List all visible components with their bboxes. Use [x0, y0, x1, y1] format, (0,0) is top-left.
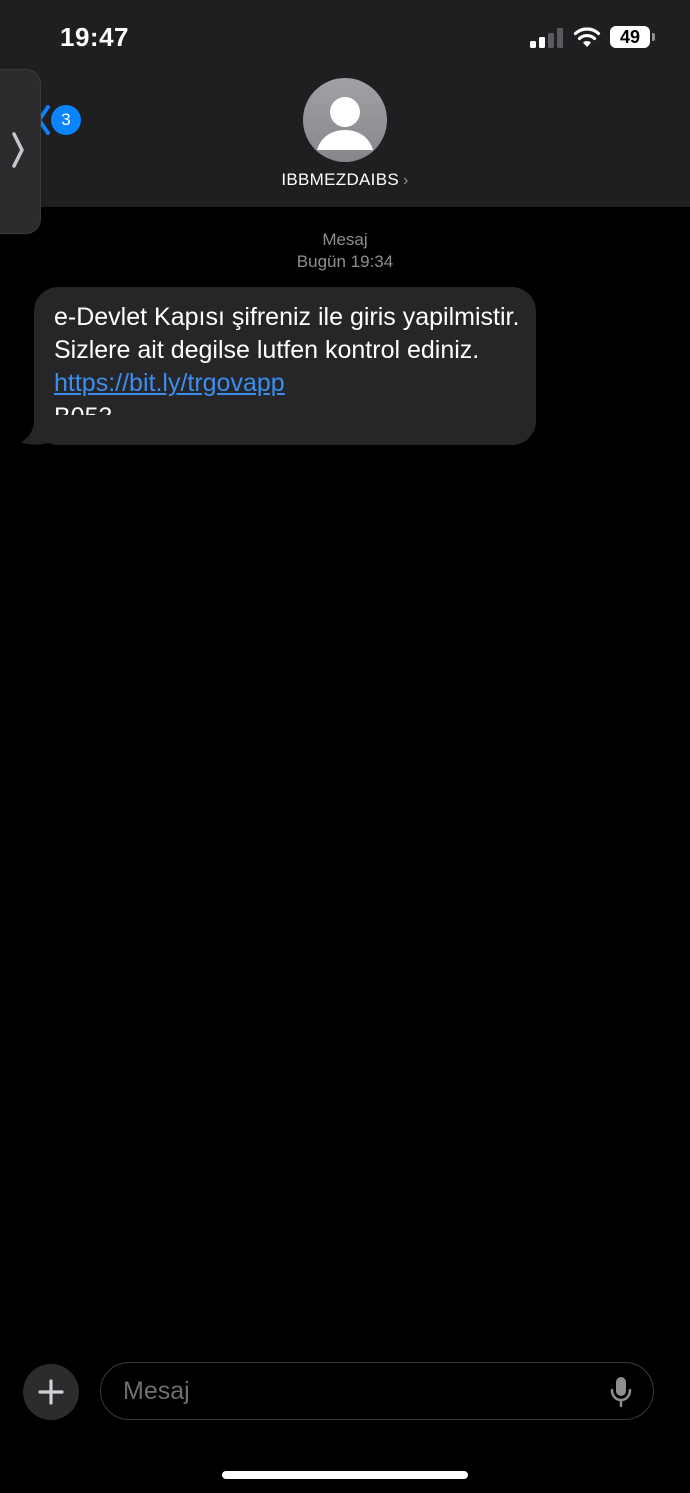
message-input-placeholder: Mesaj — [123, 1377, 190, 1405]
message-overflow-text: B053 — [54, 401, 174, 415]
microphone-icon[interactable] — [609, 1376, 633, 1408]
message-body: e-Devlet Kapısı şifreniz ile giris yapil… — [54, 303, 520, 364]
contact-name: IBBMEZDAIBS — [281, 170, 399, 189]
battery-indicator: 49 — [610, 26, 656, 50]
chevron-right-icon: › — [402, 172, 409, 189]
wifi-icon — [573, 27, 601, 47]
chevron-right-icon — [12, 132, 24, 168]
message-link[interactable]: https://bit.ly/trgovapp — [54, 369, 285, 397]
conversation-header: 19:47 49 3 IBBMEZDAIBS › — [0, 0, 690, 207]
home-indicator[interactable] — [222, 1471, 468, 1479]
status-time: 19:47 — [60, 22, 129, 52]
side-panel-handle[interactable] — [0, 70, 40, 233]
plus-icon — [38, 1379, 64, 1405]
unread-count-badge[interactable]: 3 — [51, 105, 81, 135]
cellular-signal-icon — [530, 28, 563, 48]
person-icon — [317, 97, 373, 150]
message-bubble[interactable]: e-Devlet Kapısı şifreniz ile giris yapil… — [34, 287, 536, 445]
contact-avatar[interactable] — [303, 78, 387, 162]
add-attachment-button[interactable] — [23, 1364, 79, 1420]
battery-cap — [652, 33, 655, 41]
service-label: Mesaj — [322, 230, 368, 249]
contact-name-row[interactable]: IBBMEZDAIBS › — [0, 170, 690, 190]
thread-meta: Mesaj Bugün 19:34 — [0, 229, 690, 273]
message-timestamp: Bugün 19:34 — [296, 252, 394, 271]
message-input[interactable]: Mesaj — [100, 1362, 654, 1420]
battery-level: 49 — [619, 27, 641, 47]
message-text: e-Devlet Kapısı şifreniz ile giris yapil… — [54, 301, 524, 400]
